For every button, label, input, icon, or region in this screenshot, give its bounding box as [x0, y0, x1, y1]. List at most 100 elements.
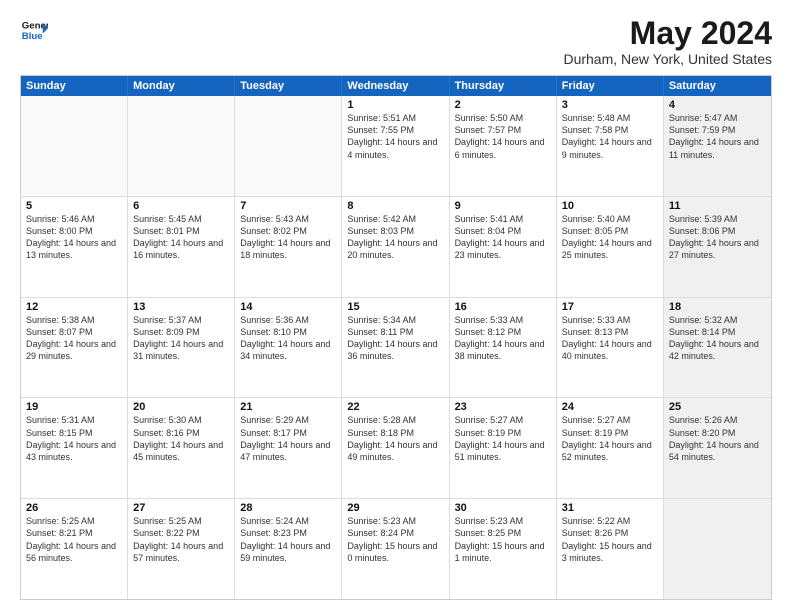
cal-cell-4-1: 27Sunrise: 5:25 AM Sunset: 8:22 PM Dayli…: [128, 499, 235, 599]
page: General Blue May 2024 Durham, New York, …: [0, 0, 792, 612]
cal-cell-0-3: 1Sunrise: 5:51 AM Sunset: 7:55 PM Daylig…: [342, 96, 449, 196]
header-day-friday: Friday: [557, 76, 664, 96]
cal-cell-4-0: 26Sunrise: 5:25 AM Sunset: 8:21 PM Dayli…: [21, 499, 128, 599]
day-number: 19: [26, 401, 122, 413]
day-number: 15: [347, 301, 443, 313]
day-number: 2: [455, 99, 551, 111]
cell-info: Sunrise: 5:29 AM Sunset: 8:17 PM Dayligh…: [240, 414, 336, 463]
day-number: 6: [133, 200, 229, 212]
day-number: 30: [455, 502, 551, 514]
day-number: 9: [455, 200, 551, 212]
title-block: May 2024 Durham, New York, United States: [563, 16, 772, 67]
cal-cell-0-1: [128, 96, 235, 196]
cal-cell-1-2: 7Sunrise: 5:43 AM Sunset: 8:02 PM Daylig…: [235, 197, 342, 297]
logo: General Blue: [20, 16, 48, 44]
cal-cell-1-1: 6Sunrise: 5:45 AM Sunset: 8:01 PM Daylig…: [128, 197, 235, 297]
cell-info: Sunrise: 5:34 AM Sunset: 8:11 PM Dayligh…: [347, 314, 443, 363]
calendar-header: SundayMondayTuesdayWednesdayThursdayFrid…: [21, 76, 771, 96]
header: General Blue May 2024 Durham, New York, …: [20, 16, 772, 67]
day-number: 29: [347, 502, 443, 514]
cal-cell-0-2: [235, 96, 342, 196]
cal-cell-2-6: 18Sunrise: 5:32 AM Sunset: 8:14 PM Dayli…: [664, 298, 771, 398]
cal-cell-1-6: 11Sunrise: 5:39 AM Sunset: 8:06 PM Dayli…: [664, 197, 771, 297]
cell-info: Sunrise: 5:22 AM Sunset: 8:26 PM Dayligh…: [562, 515, 658, 564]
header-day-thursday: Thursday: [450, 76, 557, 96]
day-number: 4: [669, 99, 766, 111]
cal-cell-1-5: 10Sunrise: 5:40 AM Sunset: 8:05 PM Dayli…: [557, 197, 664, 297]
cal-cell-0-4: 2Sunrise: 5:50 AM Sunset: 7:57 PM Daylig…: [450, 96, 557, 196]
day-number: 8: [347, 200, 443, 212]
main-title: May 2024: [563, 16, 772, 51]
cal-cell-3-5: 24Sunrise: 5:27 AM Sunset: 8:19 PM Dayli…: [557, 398, 664, 498]
cell-info: Sunrise: 5:47 AM Sunset: 7:59 PM Dayligh…: [669, 112, 766, 161]
cal-cell-1-3: 8Sunrise: 5:42 AM Sunset: 8:03 PM Daylig…: [342, 197, 449, 297]
cal-cell-4-4: 30Sunrise: 5:23 AM Sunset: 8:25 PM Dayli…: [450, 499, 557, 599]
cell-info: Sunrise: 5:30 AM Sunset: 8:16 PM Dayligh…: [133, 414, 229, 463]
cal-cell-4-3: 29Sunrise: 5:23 AM Sunset: 8:24 PM Dayli…: [342, 499, 449, 599]
cal-cell-2-5: 17Sunrise: 5:33 AM Sunset: 8:13 PM Dayli…: [557, 298, 664, 398]
cal-cell-3-1: 20Sunrise: 5:30 AM Sunset: 8:16 PM Dayli…: [128, 398, 235, 498]
cell-info: Sunrise: 5:41 AM Sunset: 8:04 PM Dayligh…: [455, 213, 551, 262]
day-number: 26: [26, 502, 122, 514]
cell-info: Sunrise: 5:33 AM Sunset: 8:12 PM Dayligh…: [455, 314, 551, 363]
cell-info: Sunrise: 5:27 AM Sunset: 8:19 PM Dayligh…: [455, 414, 551, 463]
calendar-body: 1Sunrise: 5:51 AM Sunset: 7:55 PM Daylig…: [21, 96, 771, 599]
day-number: 7: [240, 200, 336, 212]
cal-cell-2-3: 15Sunrise: 5:34 AM Sunset: 8:11 PM Dayli…: [342, 298, 449, 398]
cell-info: Sunrise: 5:23 AM Sunset: 8:25 PM Dayligh…: [455, 515, 551, 564]
cell-info: Sunrise: 5:28 AM Sunset: 8:18 PM Dayligh…: [347, 414, 443, 463]
day-number: 20: [133, 401, 229, 413]
cal-cell-2-0: 12Sunrise: 5:38 AM Sunset: 8:07 PM Dayli…: [21, 298, 128, 398]
day-number: 16: [455, 301, 551, 313]
cell-info: Sunrise: 5:46 AM Sunset: 8:00 PM Dayligh…: [26, 213, 122, 262]
subtitle: Durham, New York, United States: [563, 51, 772, 67]
day-number: 28: [240, 502, 336, 514]
header-day-monday: Monday: [128, 76, 235, 96]
header-day-wednesday: Wednesday: [342, 76, 449, 96]
cell-info: Sunrise: 5:45 AM Sunset: 8:01 PM Dayligh…: [133, 213, 229, 262]
cal-cell-2-2: 14Sunrise: 5:36 AM Sunset: 8:10 PM Dayli…: [235, 298, 342, 398]
day-number: 24: [562, 401, 658, 413]
cell-info: Sunrise: 5:43 AM Sunset: 8:02 PM Dayligh…: [240, 213, 336, 262]
day-number: 5: [26, 200, 122, 212]
day-number: 23: [455, 401, 551, 413]
cal-cell-4-6: [664, 499, 771, 599]
cal-cell-3-2: 21Sunrise: 5:29 AM Sunset: 8:17 PM Dayli…: [235, 398, 342, 498]
cal-cell-3-6: 25Sunrise: 5:26 AM Sunset: 8:20 PM Dayli…: [664, 398, 771, 498]
cal-cell-0-5: 3Sunrise: 5:48 AM Sunset: 7:58 PM Daylig…: [557, 96, 664, 196]
cal-cell-3-4: 23Sunrise: 5:27 AM Sunset: 8:19 PM Dayli…: [450, 398, 557, 498]
cell-info: Sunrise: 5:23 AM Sunset: 8:24 PM Dayligh…: [347, 515, 443, 564]
calendar-row-3: 19Sunrise: 5:31 AM Sunset: 8:15 PM Dayli…: [21, 398, 771, 499]
day-number: 12: [26, 301, 122, 313]
day-number: 31: [562, 502, 658, 514]
calendar-row-4: 26Sunrise: 5:25 AM Sunset: 8:21 PM Dayli…: [21, 499, 771, 599]
cal-cell-2-4: 16Sunrise: 5:33 AM Sunset: 8:12 PM Dayli…: [450, 298, 557, 398]
cell-info: Sunrise: 5:33 AM Sunset: 8:13 PM Dayligh…: [562, 314, 658, 363]
day-number: 11: [669, 200, 766, 212]
day-number: 25: [669, 401, 766, 413]
day-number: 13: [133, 301, 229, 313]
day-number: 1: [347, 99, 443, 111]
cal-cell-1-0: 5Sunrise: 5:46 AM Sunset: 8:00 PM Daylig…: [21, 197, 128, 297]
cell-info: Sunrise: 5:38 AM Sunset: 8:07 PM Dayligh…: [26, 314, 122, 363]
cal-cell-0-6: 4Sunrise: 5:47 AM Sunset: 7:59 PM Daylig…: [664, 96, 771, 196]
day-number: 21: [240, 401, 336, 413]
day-number: 17: [562, 301, 658, 313]
day-number: 27: [133, 502, 229, 514]
day-number: 18: [669, 301, 766, 313]
cell-info: Sunrise: 5:39 AM Sunset: 8:06 PM Dayligh…: [669, 213, 766, 262]
day-number: 22: [347, 401, 443, 413]
cell-info: Sunrise: 5:42 AM Sunset: 8:03 PM Dayligh…: [347, 213, 443, 262]
svg-text:Blue: Blue: [22, 31, 43, 42]
cal-cell-4-2: 28Sunrise: 5:24 AM Sunset: 8:23 PM Dayli…: [235, 499, 342, 599]
day-number: 10: [562, 200, 658, 212]
cell-info: Sunrise: 5:27 AM Sunset: 8:19 PM Dayligh…: [562, 414, 658, 463]
cal-cell-1-4: 9Sunrise: 5:41 AM Sunset: 8:04 PM Daylig…: [450, 197, 557, 297]
calendar-row-2: 12Sunrise: 5:38 AM Sunset: 8:07 PM Dayli…: [21, 298, 771, 399]
calendar-row-0: 1Sunrise: 5:51 AM Sunset: 7:55 PM Daylig…: [21, 96, 771, 197]
cell-info: Sunrise: 5:31 AM Sunset: 8:15 PM Dayligh…: [26, 414, 122, 463]
cell-info: Sunrise: 5:25 AM Sunset: 8:22 PM Dayligh…: [133, 515, 229, 564]
cal-cell-2-1: 13Sunrise: 5:37 AM Sunset: 8:09 PM Dayli…: [128, 298, 235, 398]
header-day-saturday: Saturday: [664, 76, 771, 96]
logo-icon: General Blue: [20, 16, 48, 44]
